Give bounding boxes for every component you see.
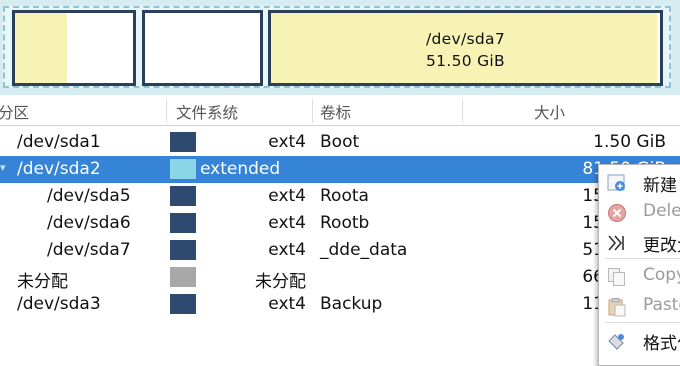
label-cell: _dde_data [320, 240, 408, 260]
partition-name: /dev/sda6 [47, 213, 131, 233]
free-space-fill [657, 13, 660, 83]
partition-block-sda5[interactable] [12, 10, 136, 86]
fs-color-swatch [170, 213, 196, 233]
table-row[interactable]: /dev/sda6 ext4 Rootb 15.00 GiB [0, 210, 680, 237]
menu-item-label: Delete [643, 201, 680, 221]
table-row[interactable]: /dev/sda1 ext4 Boot 1.50 GiB [0, 129, 680, 156]
format-icon [607, 331, 627, 351]
table-row-selected[interactable]: ▾ /dev/sda2 extended 81.50 GiB [0, 156, 680, 183]
header-partition[interactable]: 分区 [0, 101, 29, 123]
header-label[interactable]: 卷标 [320, 101, 351, 123]
copy-icon [607, 267, 627, 287]
menu-item-label: 新建 [643, 176, 677, 196]
disk-map: /dev/sda7 51.50 GiB [0, 0, 680, 95]
menu-item-label: Copy [643, 265, 680, 285]
menu-separator [605, 322, 680, 323]
menu-item-resize[interactable]: 更改大小 [599, 227, 680, 257]
menu-item-label: Paste [643, 295, 680, 315]
fs-color-swatch [170, 294, 196, 314]
table-row[interactable]: /dev/sda7 ext4 _dde_data 51.50 GiB [0, 237, 680, 264]
header-filesystem[interactable]: 文件系统 [176, 101, 238, 123]
partition-name: /dev/sda2 [17, 159, 101, 179]
fs-color-swatch [170, 186, 196, 206]
fs-color-swatch [170, 159, 196, 179]
menu-item-delete[interactable]: Delete [599, 197, 680, 227]
label-cell: Backup [320, 294, 383, 314]
partition-name: /dev/sda5 [47, 186, 131, 206]
header-divider [166, 99, 167, 123]
partition-name: /dev/sda3 [17, 294, 101, 314]
menu-item-new[interactable]: 新建 [599, 167, 680, 197]
partition-name: 未分配 [17, 272, 68, 292]
segment-size: 51.50 GiB [426, 52, 505, 70]
partition-block-sda7[interactable]: /dev/sda7 51.50 GiB [268, 10, 663, 86]
filesystem-cell: extended [200, 159, 281, 179]
fs-color-swatch [170, 240, 196, 260]
segment-name: /dev/sda7 [426, 30, 505, 48]
partition-name: /dev/sda7 [47, 240, 131, 260]
resize-icon [607, 233, 627, 253]
size-cell: 1.50 GiB [593, 132, 666, 152]
table-row[interactable]: 未分配 未分配 66.00 GiB [0, 264, 680, 292]
label-cell: Roota [320, 186, 369, 206]
menu-item-label: 格式化 [643, 334, 680, 354]
header-divider [312, 99, 313, 123]
filesystem-cell: ext4 [268, 294, 306, 314]
filesystem-cell: ext4 [268, 213, 306, 233]
table-header: 分区 文件系统 卷标 大小 [0, 97, 680, 126]
label-cell: Boot [320, 132, 360, 152]
label-cell: Rootb [320, 213, 370, 233]
paste-icon [607, 297, 627, 317]
collapse-arrow-icon[interactable]: ▾ [0, 161, 6, 174]
partition-block-sda6[interactable] [142, 10, 263, 86]
menu-separator [605, 258, 680, 259]
menu-item-format[interactable]: 格式化 [599, 325, 680, 355]
new-icon [607, 173, 627, 193]
header-divider [462, 99, 463, 123]
table-row[interactable]: /dev/sda3 ext4 Backup 11.00 GiB [0, 291, 680, 318]
used-space-fill [15, 13, 67, 83]
filesystem-cell: ext4 [268, 240, 306, 260]
table-row[interactable]: /dev/sda5 ext4 Roota 15.00 GiB [0, 183, 680, 210]
menu-item-copy[interactable]: Copy [599, 261, 680, 291]
fs-color-swatch [170, 132, 196, 152]
filesystem-cell: ext4 [268, 186, 306, 206]
fs-color-swatch [170, 267, 196, 287]
context-menu: 新建 Delete 更改大小 Copy [598, 164, 680, 366]
header-size[interactable]: 大小 [534, 101, 565, 123]
menu-item-paste[interactable]: Paste [599, 291, 680, 321]
partition-name: /dev/sda1 [17, 132, 101, 152]
delete-icon [607, 203, 627, 223]
filesystem-cell: 未分配 [255, 272, 306, 292]
menu-item-label: 更改大小 [643, 236, 680, 256]
filesystem-cell: ext4 [268, 132, 306, 152]
